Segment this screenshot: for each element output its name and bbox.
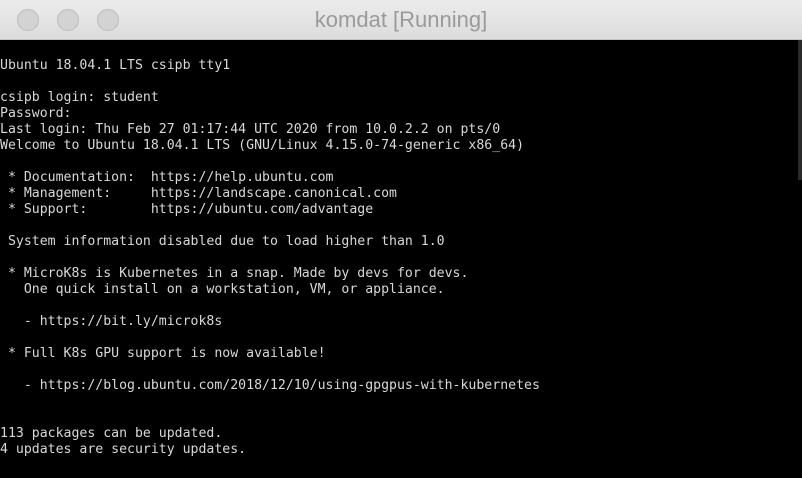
console-line: * Documentation: https://help.ubuntu.com xyxy=(0,170,334,185)
console-line: Password: xyxy=(0,106,72,121)
console-line: 113 packages can be updated. xyxy=(0,426,223,441)
title-bar[interactable]: komdat [Running] xyxy=(0,0,802,40)
window-title: komdat [Running] xyxy=(314,7,488,32)
console-line: csipb login: student xyxy=(0,90,159,105)
console-line: - https://blog.ubuntu.com/2018/12/10/usi… xyxy=(0,378,540,393)
console-line: * Full K8s GPU support is now available! xyxy=(0,346,326,361)
console-line: Last login: Thu Feb 27 01:17:44 UTC 2020… xyxy=(0,122,501,137)
window-edge xyxy=(798,40,802,180)
vm-window: komdat [Running] Ubuntu 18.04.1 LTS csip… xyxy=(0,0,802,478)
console-line: * Management: https://landscape.canonica… xyxy=(0,186,397,201)
console-line: - https://bit.ly/microk8s xyxy=(0,314,223,329)
console-line: Ubuntu 18.04.1 LTS csipb tty1 xyxy=(0,58,231,73)
console-line: One quick install on a workstation, VM, … xyxy=(0,282,445,297)
console-line: Welcome to Ubuntu 18.04.1 LTS (GNU/Linux… xyxy=(0,138,525,153)
console-output: Ubuntu 18.04.1 LTS csipb tty1 csipb login… xyxy=(0,58,796,458)
console-line: System information disabled due to load … xyxy=(0,234,445,249)
console-line: * MicroK8s is Kubernetes in a snap. Made… xyxy=(0,266,469,281)
console-line: 4 updates are security updates. xyxy=(0,442,247,457)
console-screen[interactable]: Ubuntu 18.04.1 LTS csipb tty1 csipb login… xyxy=(0,40,802,478)
console-line: * Support: https://ubuntu.com/advantage xyxy=(0,202,374,217)
